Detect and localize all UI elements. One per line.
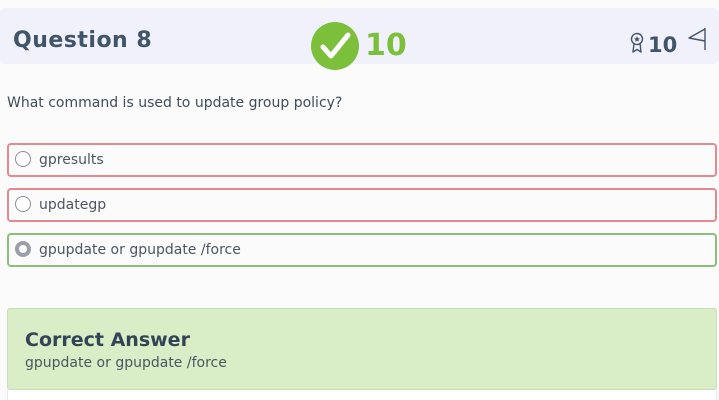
- option-label: updategp: [39, 197, 107, 213]
- checkmark-circle-icon: [311, 22, 359, 70]
- option-label: gpupdate or gpupdate /force: [39, 242, 241, 258]
- points-indicator: 10: [630, 32, 677, 58]
- question-text: What command is used to update group pol…: [7, 95, 343, 111]
- radio-button-selected[interactable]: [15, 241, 31, 257]
- next-panel-edge: [7, 390, 717, 400]
- option-label: gpresults: [39, 152, 104, 168]
- flag-icon[interactable]: [686, 26, 710, 56]
- correct-answer-text: gpupdate or gpupdate /force: [25, 355, 227, 371]
- answer-option-3[interactable]: gpupdate or gpupdate /force: [7, 233, 717, 267]
- correct-answer-heading: Correct Answer: [25, 329, 190, 351]
- points-value: 10: [648, 33, 678, 57]
- radio-button[interactable]: [15, 151, 31, 167]
- quiz-page: Question 8 10 10 What command is used to…: [0, 0, 719, 400]
- correct-answer-panel: Correct Answer gpupdate or gpupdate /for…: [7, 308, 717, 390]
- answer-option-1[interactable]: gpresults: [7, 143, 717, 177]
- question-header: Question 8 10 10: [0, 8, 719, 70]
- radio-button[interactable]: [15, 196, 31, 212]
- question-title: Question 8: [13, 28, 153, 53]
- score-value: 10: [365, 28, 407, 63]
- answer-option-2[interactable]: updategp: [7, 188, 717, 222]
- award-ribbon-icon: [630, 32, 644, 58]
